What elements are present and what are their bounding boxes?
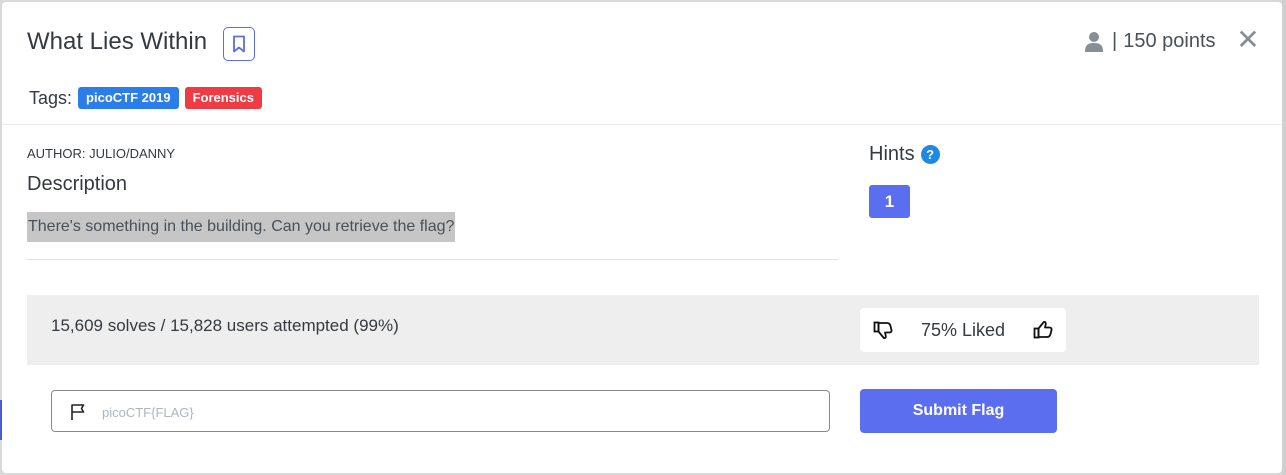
- points-separator: |: [1112, 30, 1118, 52]
- challenge-title: What Lies Within: [27, 28, 208, 55]
- help-icon[interactable]: ?: [920, 145, 940, 164]
- backdrop-edge: [1282, 0, 1286, 475]
- challenge-modal: What Lies Within | 150 points ✕ Tags: pi…: [2, 2, 1282, 473]
- solves-count: 15,609 solves / 15,828 users attempted (…: [51, 316, 399, 335]
- flag-field: [51, 390, 830, 432]
- description-heading: Description: [27, 173, 128, 195]
- tags-label: Tags:: [29, 87, 73, 108]
- flag-icon: [71, 404, 85, 420]
- thumbs-up-icon: [1033, 320, 1053, 339]
- close-icon[interactable]: ✕: [1236, 26, 1260, 54]
- tags-row: Tags: picoCTF 2019 Forensics: [29, 87, 268, 109]
- thumbs-down-button[interactable]: [872, 319, 894, 341]
- bookmark-icon: [233, 35, 245, 53]
- modal-header: What Lies Within | 150 points ✕ Tags: pi…: [2, 2, 1282, 125]
- tag-picoctf-2019[interactable]: picoCTF 2019: [78, 87, 179, 109]
- hints-heading: Hints ?: [869, 143, 940, 166]
- author-line: AUTHOR: JULIO/DANNY: [27, 146, 176, 161]
- stats-band: 15,609 solves / 15,828 users attempted (…: [27, 295, 1259, 365]
- hint-button-1[interactable]: 1: [869, 185, 910, 218]
- likes-box: 75% Liked: [860, 308, 1066, 352]
- points-value: 150 points: [1123, 30, 1216, 52]
- thumbs-down-icon: [873, 321, 893, 340]
- points-info: | 150 points: [1084, 30, 1216, 53]
- user-icon: [1085, 31, 1103, 52]
- thumbs-up-button[interactable]: [1032, 319, 1054, 341]
- hints-label: Hints: [869, 143, 915, 165]
- tag-forensics[interactable]: Forensics: [184, 87, 262, 109]
- liked-percentage: 75% Liked: [920, 319, 1006, 340]
- submit-flag-button[interactable]: Submit Flag: [860, 389, 1057, 433]
- bookmark-button[interactable]: [223, 27, 255, 61]
- description-text: There's something in the building. Can y…: [27, 212, 456, 242]
- description-divider: [27, 259, 838, 260]
- flag-input[interactable]: [100, 399, 804, 425]
